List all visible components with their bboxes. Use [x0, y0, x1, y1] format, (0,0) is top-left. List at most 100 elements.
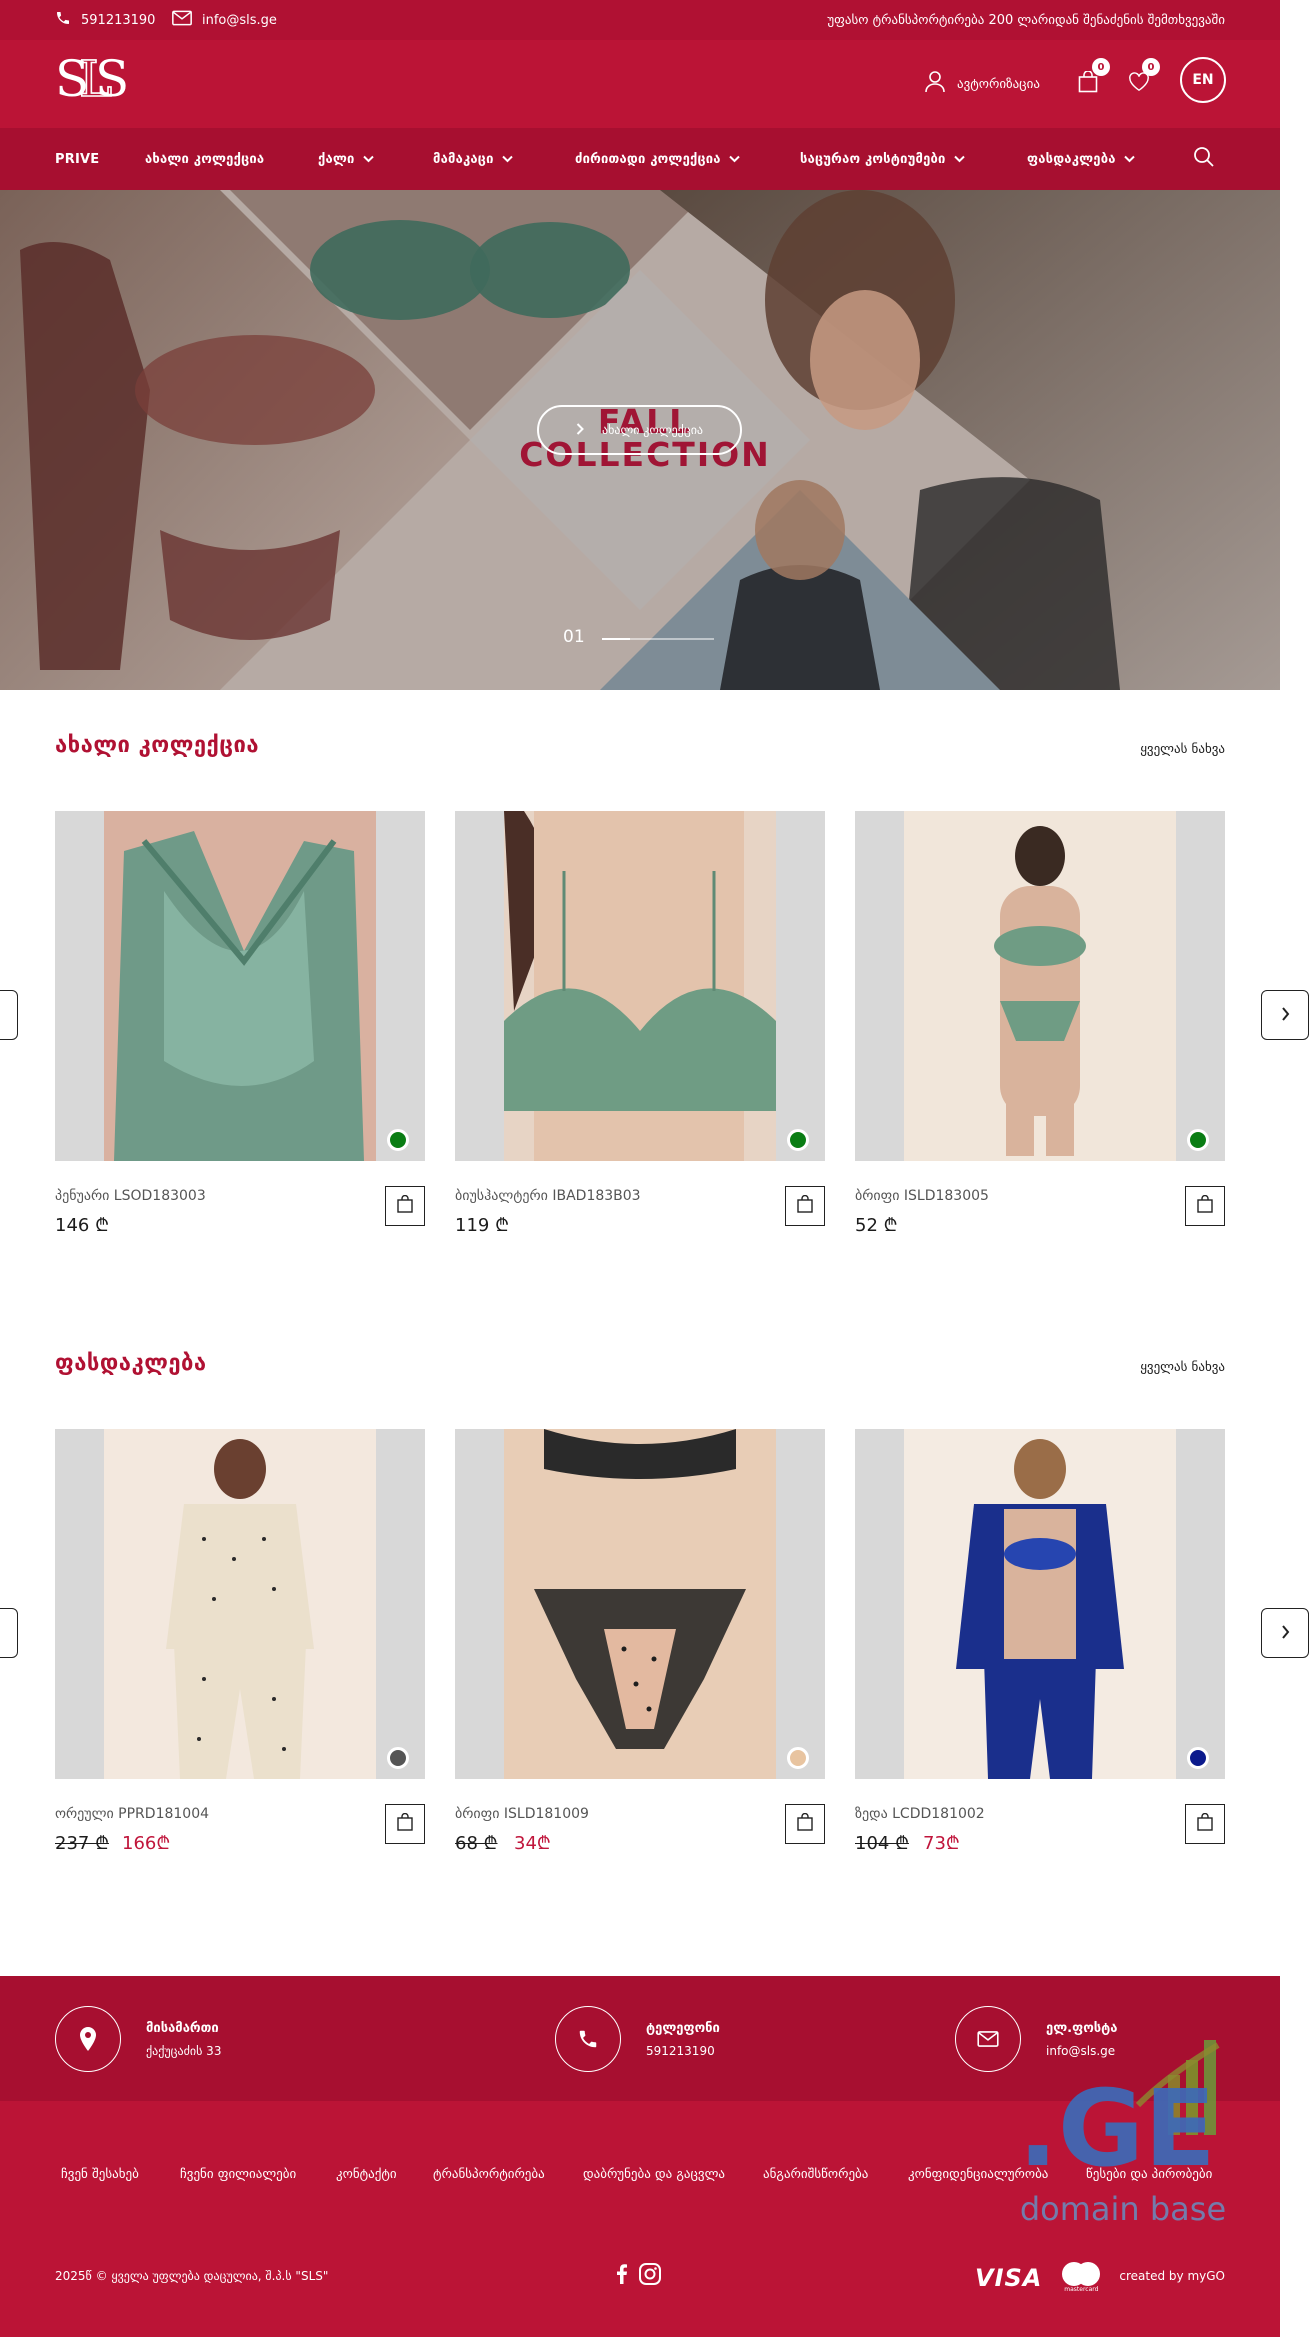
- product-card[interactable]: ბიუსჰალტერი IBAD183B03 119 ₾: [455, 811, 825, 1251]
- main-navigation: PRIVE ახალი კოლექცია ქალი მამაკაცი ძირით…: [0, 128, 1280, 190]
- visa-logo: VISA: [975, 2264, 1043, 2292]
- envelope-icon: [955, 2006, 1021, 2072]
- color-swatch[interactable]: [787, 1129, 809, 1151]
- product-name[interactable]: ორეული PPRD181004: [55, 1806, 209, 1822]
- chevron-right-icon: [1281, 1006, 1290, 1025]
- topbar-email[interactable]: info@sls.ge: [172, 0, 277, 40]
- new-collection-prev-button[interactable]: [0, 990, 18, 1040]
- heart-icon: [1128, 72, 1150, 96]
- sale-prev-button[interactable]: [0, 1608, 18, 1658]
- nav-item-women[interactable]: ქალი: [318, 128, 374, 190]
- product-name[interactable]: ბრიფი ISLD181009: [455, 1806, 589, 1822]
- hero-banner[interactable]: FALL COLLECTION ახალი კოლექცია 01: [0, 190, 1280, 690]
- facebook-icon[interactable]: [617, 2264, 627, 2288]
- shopping-bag-icon: [1197, 1812, 1213, 1835]
- nav-label: ძირითადი კოლექცია: [575, 151, 721, 167]
- address-value: ქაქუცაძის 33: [146, 2043, 222, 2058]
- sale-next-button[interactable]: [1261, 1608, 1309, 1658]
- footer-link-returns[interactable]: დაბრუნება და გაცვლა: [583, 2167, 725, 2182]
- product-sale-price: 166₾: [122, 1833, 171, 1854]
- wishlist-button[interactable]: 0: [1128, 40, 1160, 128]
- product-card[interactable]: ბრიფი ISLD183005 52 ₾: [855, 811, 1225, 1251]
- product-card[interactable]: პენუარი LSOD183003 146 ₾: [55, 811, 425, 1251]
- footer-phone[interactable]: ტელეფონი 591213190: [555, 2006, 720, 2072]
- watermark-subtext: domain base: [1019, 2190, 1227, 2228]
- product-card[interactable]: ზედა LCDD181002 104 ₾ 73₾: [855, 1429, 1225, 1869]
- language-switch-button[interactable]: EN: [1180, 57, 1226, 103]
- add-to-cart-button[interactable]: [785, 1186, 825, 1226]
- nav-label: მამაკაცი: [433, 151, 494, 167]
- product-price: 146 ₾: [55, 1215, 109, 1236]
- product-image[interactable]: [855, 1429, 1225, 1779]
- shopping-bag-icon: [797, 1812, 813, 1835]
- add-to-cart-button[interactable]: [1185, 1804, 1225, 1844]
- product-image[interactable]: [55, 1429, 425, 1779]
- product-card[interactable]: ორეული PPRD181004 237 ₾ 166₾: [55, 1429, 425, 1869]
- nav-item-swimwear[interactable]: საცურაო კოსტიუმები: [800, 128, 965, 190]
- created-by[interactable]: created by myGO: [1119, 2269, 1225, 2283]
- color-swatch[interactable]: [387, 1747, 409, 1769]
- nav-label: ფასდაკლება: [1027, 151, 1116, 167]
- product-old-price: 237 ₾: [55, 1833, 109, 1854]
- footer-link-shipping[interactable]: ტრანსპორტირება: [433, 2167, 545, 2182]
- nav-item-prive[interactable]: PRIVE: [55, 128, 99, 190]
- domain-base-watermark: .GE domain base: [1018, 2035, 1228, 2235]
- footer-link-contact[interactable]: კონტაქტი: [336, 2167, 397, 2182]
- product-name[interactable]: პენუარი LSOD183003: [55, 1188, 206, 1204]
- nav-item-sale[interactable]: ფასდაკლება: [1027, 128, 1135, 190]
- phone-icon: [555, 2006, 621, 2072]
- search-icon: [1193, 146, 1215, 172]
- slide-index: 01: [563, 627, 585, 647]
- login-link[interactable]: ავტორიზაცია: [925, 40, 1040, 128]
- phone-value: 591213190: [646, 2043, 715, 2058]
- add-to-cart-button[interactable]: [1185, 1186, 1225, 1226]
- logo[interactable]: S L S: [55, 49, 129, 109]
- footer-link-payment[interactable]: ანგარიშსწორება: [763, 2167, 868, 2182]
- hero-cta-button[interactable]: ახალი კოლექცია: [537, 405, 742, 455]
- product-image[interactable]: [855, 811, 1225, 1161]
- product-image[interactable]: [55, 811, 425, 1161]
- product-name[interactable]: ბიუსჰალტერი IBAD183B03: [455, 1188, 641, 1204]
- color-swatch[interactable]: [787, 1747, 809, 1769]
- new-collection-next-button[interactable]: [1261, 990, 1309, 1040]
- nav-item-main-collection[interactable]: ძირითადი კოლექცია: [575, 128, 740, 190]
- new-collection-title: ახალი კოლექცია: [55, 733, 260, 758]
- product-price: 119 ₾: [455, 1215, 509, 1236]
- color-swatch[interactable]: [1187, 1129, 1209, 1151]
- chevron-right-icon: [1281, 1624, 1290, 1643]
- map-pin-icon: [55, 2006, 121, 2072]
- product-image[interactable]: [455, 811, 825, 1161]
- sale-view-all[interactable]: ყველას ნახვა: [1140, 1360, 1225, 1375]
- add-to-cart-button[interactable]: [385, 1186, 425, 1226]
- topbar-phone[interactable]: 591213190: [55, 0, 155, 40]
- shopping-bag-icon: [1078, 70, 1098, 97]
- chevron-down-icon: [1123, 152, 1135, 167]
- sale-title: ფასდაკლება: [55, 1351, 207, 1376]
- social-links: [617, 2263, 661, 2289]
- chevron-down-icon: [501, 152, 513, 167]
- footer-link-about[interactable]: ჩვენ შესახებ: [61, 2167, 139, 2182]
- add-to-cart-button[interactable]: [385, 1804, 425, 1844]
- nav-item-new-collection[interactable]: ახალი კოლექცია: [145, 128, 264, 190]
- nav-label: PRIVE: [55, 151, 100, 167]
- slide-progress-bar[interactable]: [602, 638, 714, 640]
- phone-title: ტელეფონი: [646, 2020, 720, 2036]
- email-title: ელ.ფოსტა: [1046, 2020, 1118, 2036]
- color-swatch[interactable]: [387, 1129, 409, 1151]
- slide-progress-fill: [602, 638, 630, 640]
- color-swatch[interactable]: [1187, 1747, 1209, 1769]
- add-to-cart-button[interactable]: [785, 1804, 825, 1844]
- footer-link-branches[interactable]: ჩვენი ფილიალები: [180, 2167, 296, 2182]
- address-title: მისამართი: [146, 2020, 219, 2036]
- wishlist-count-badge: 0: [1142, 58, 1160, 76]
- instagram-icon[interactable]: [639, 2263, 661, 2289]
- product-card[interactable]: ბრიფი ISLD181009 68 ₾ 34₾: [455, 1429, 825, 1869]
- product-name[interactable]: ზედა LCDD181002: [855, 1806, 985, 1822]
- product-name[interactable]: ბრიფი ISLD183005: [855, 1188, 989, 1204]
- cart-button[interactable]: 0: [1078, 40, 1110, 128]
- search-button[interactable]: [1193, 128, 1215, 190]
- new-collection-view-all[interactable]: ყველას ნახვა: [1140, 742, 1225, 757]
- product-image[interactable]: [455, 1429, 825, 1779]
- nav-label: ქალი: [318, 151, 355, 167]
- nav-item-men[interactable]: მამაკაცი: [433, 128, 513, 190]
